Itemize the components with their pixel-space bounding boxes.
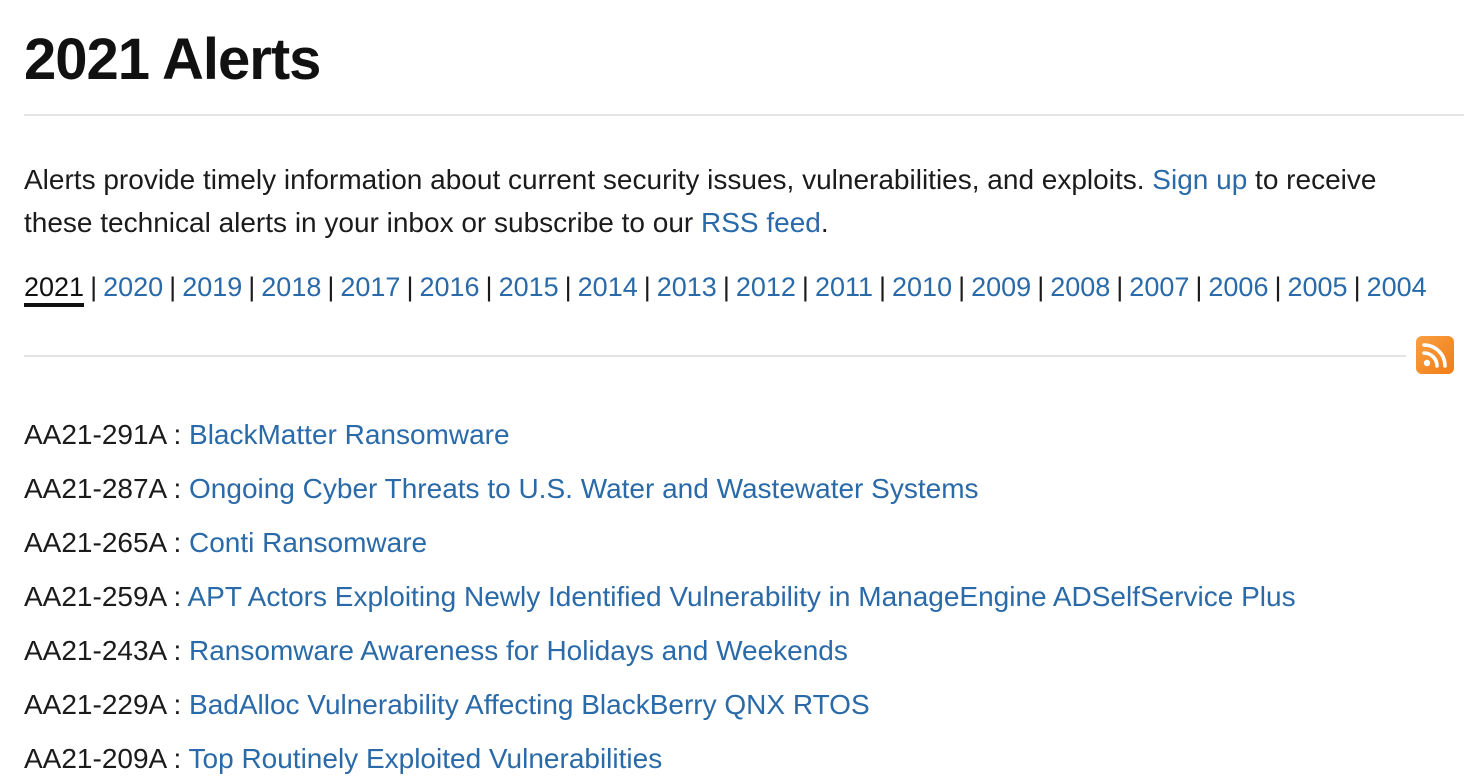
- year-link-2004[interactable]: 2004: [1367, 272, 1427, 302]
- alert-code: AA21-259A: [24, 581, 166, 612]
- year-link-2009[interactable]: 2009: [971, 272, 1031, 302]
- alert-title-link[interactable]: Conti Ransomware: [189, 527, 427, 558]
- year-separator: |: [90, 272, 98, 302]
- year-link-2016[interactable]: 2016: [419, 272, 479, 302]
- intro-paragraph: Alerts provide timely information about …: [24, 158, 1444, 244]
- year-current: 2021: [24, 272, 85, 307]
- year-link-2008[interactable]: 2008: [1050, 272, 1110, 302]
- year-separator: |: [1353, 272, 1361, 302]
- year-separator: |: [564, 272, 572, 302]
- year-link-2020[interactable]: 2020: [103, 272, 163, 302]
- year-link-2014[interactable]: 2014: [578, 272, 638, 302]
- alert-list: AA21-291A : BlackMatter Ransomware AA21-2…: [24, 408, 1296, 784]
- alert-item: AA21-291A : BlackMatter Ransomware: [24, 419, 510, 450]
- alert-code: AA21-287A: [24, 473, 166, 504]
- rss-feed-icon[interactable]: [1416, 336, 1454, 374]
- year-separator: |: [327, 272, 335, 302]
- alert-code: AA21-209A: [24, 743, 166, 774]
- alert-item: AA21-259A : APT Actors Exploiting Newly …: [24, 581, 1296, 612]
- alert-code: AA21-243A: [24, 635, 166, 666]
- year-separator: |: [248, 272, 256, 302]
- rss-glyph: [1422, 343, 1447, 368]
- year-link-2018[interactable]: 2018: [261, 272, 321, 302]
- year-separator: |: [1116, 272, 1124, 302]
- alert-code: AA21-229A: [24, 689, 166, 720]
- sign-up-link[interactable]: Sign up: [1152, 164, 1247, 195]
- year-link-2015[interactable]: 2015: [499, 272, 559, 302]
- alert-code: AA21-265A: [24, 527, 166, 558]
- list-divider: [24, 355, 1406, 357]
- intro-text-after: .: [820, 207, 829, 238]
- alert-item: AA21-243A : Ransomware Awareness for Hol…: [24, 635, 848, 666]
- year-link-2012[interactable]: 2012: [736, 272, 796, 302]
- year-link-2010[interactable]: 2010: [892, 272, 952, 302]
- alert-item: AA21-209A : Top Routinely Exploited Vuln…: [24, 743, 663, 774]
- alert-title-link[interactable]: BlackMatter Ransomware: [189, 419, 510, 450]
- year-link-2005[interactable]: 2005: [1287, 272, 1347, 302]
- alert-title-link[interactable]: BadAlloc Vulnerability Affecting BlackBe…: [189, 689, 870, 720]
- year-link-2007[interactable]: 2007: [1129, 272, 1189, 302]
- year-separator: |: [1037, 272, 1045, 302]
- year-separator: |: [643, 272, 651, 302]
- title-divider: [24, 114, 1464, 116]
- year-separator: |: [722, 272, 730, 302]
- year-separator: |: [485, 272, 493, 302]
- year-separator: |: [879, 272, 887, 302]
- year-separator: |: [169, 272, 177, 302]
- intro-text-before: Alerts provide timely information about …: [24, 164, 1153, 195]
- alert-item: AA21-265A : Conti Ransomware: [24, 527, 428, 558]
- alert-title-link[interactable]: Ongoing Cyber Threats to U.S. Water and …: [189, 473, 979, 504]
- year-navigation: 2021 | 2020 | 2019 | 2018 | 2017 | 2016 | 2015 | 2014 |…: [24, 266, 1427, 308]
- year-separator: |: [801, 272, 809, 302]
- rss-feed-link[interactable]: RSS feed: [701, 207, 821, 238]
- year-link-2011[interactable]: 2011: [815, 272, 873, 302]
- page-title: 2021 Alerts: [24, 27, 321, 92]
- year-separator: |: [958, 272, 966, 302]
- year-link-2006[interactable]: 2006: [1208, 272, 1268, 302]
- alert-code: AA21-291A: [24, 419, 166, 450]
- year-link-2017[interactable]: 2017: [340, 272, 400, 302]
- year-separator: |: [1274, 272, 1282, 302]
- alert-item: AA21-287A : Ongoing Cyber Threats to U.S…: [24, 473, 979, 504]
- year-link-2013[interactable]: 2013: [657, 272, 717, 302]
- year-link-2019[interactable]: 2019: [182, 272, 242, 302]
- year-separator: |: [1195, 272, 1203, 302]
- alert-title-link[interactable]: Ransomware Awareness for Holidays and We…: [189, 635, 848, 666]
- alert-item: AA21-229A : BadAlloc Vulnerability Affec…: [24, 689, 870, 720]
- year-separator: |: [406, 272, 414, 302]
- alert-title-link[interactable]: APT Actors Exploiting Newly Identified V…: [187, 581, 1295, 612]
- alert-title-link[interactable]: Top Routinely Exploited Vulnerabilities: [189, 743, 663, 774]
